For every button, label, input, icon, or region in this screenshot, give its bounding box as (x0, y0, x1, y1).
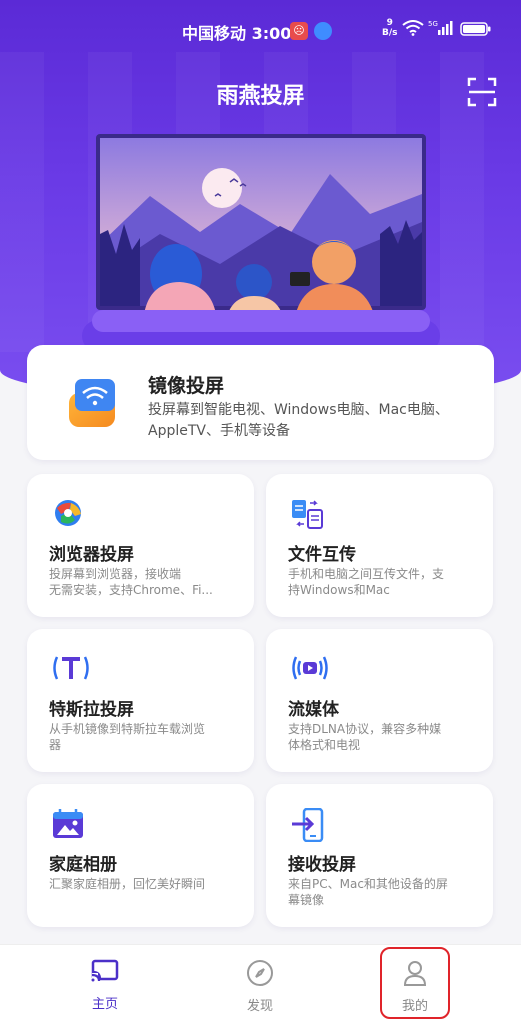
nav-mine[interactable]: 我的 (365, 959, 465, 1014)
message-app-icon (314, 22, 332, 40)
album-icon (53, 809, 83, 838)
battery-icon (460, 22, 491, 36)
receive-cast-description: 来自PC、Mac和其他设备的屏 幕镜像 (288, 877, 448, 907)
notification-app-icon: ☹ (290, 22, 308, 40)
file-transfer-card[interactable]: 文件互传 手机和电脑之间互传文件，支 持Windows和Mac (266, 474, 493, 617)
compass-icon (247, 960, 273, 986)
browser-cast-card[interactable]: 浏览器投屏 投屏幕到浏览器，接收端 无需安装，支持Chrome、Fi... (27, 474, 254, 617)
tesla-cast-description: 从手机镜像到特斯拉车载浏览 器 (49, 722, 206, 752)
family-album-card[interactable]: 家庭相册 汇聚家庭相册，回忆美好瞬间 (27, 784, 254, 927)
receive-icon (292, 808, 324, 842)
browser-cast-title: 浏览器投屏 (49, 545, 134, 565)
streaming-icon (292, 656, 328, 680)
nav-discover[interactable]: 发现 (210, 959, 310, 1014)
tesla-cast-title: 特斯拉投屏 (49, 700, 134, 720)
receive-cast-card[interactable]: 接收投屏 来自PC、Mac和其他设备的屏 幕镜像 (266, 784, 493, 927)
mirror-cast-description: 投屏幕到智能电视、Windows电脑、Mac电脑、AppleTV、手机等设备 (148, 402, 449, 439)
page-title: 雨燕投屏 (216, 84, 305, 109)
nav-discover-label: 发现 (246, 999, 273, 1014)
family-album-description: 汇聚家庭相册，回忆美好瞬间 (49, 877, 206, 891)
family-album-title: 家庭相册 (49, 855, 117, 875)
tv-illustration (82, 134, 440, 352)
tesla-icon (53, 656, 89, 680)
net-speed: 9 B/s (382, 18, 398, 38)
wifi-icon (402, 20, 424, 36)
file-transfer-title: 文件互传 (288, 545, 356, 565)
nav-mine-label: 我的 (401, 999, 428, 1014)
tesla-cast-card[interactable]: 特斯拉投屏 从手机镜像到特斯拉车载浏览 器 (27, 629, 254, 772)
bottom-nav: 主页 发现 我的 (0, 944, 521, 1024)
signal-icon: 5G (428, 20, 453, 35)
streaming-title: 流媒体 (288, 700, 339, 720)
mirror-cast-card[interactable]: 镜像投屏 投屏幕到智能电视、Windows电脑、Mac电脑、AppleTV、手机… (27, 345, 494, 460)
file-transfer-description: 手机和电脑之间互传文件，支 持Windows和Mac (288, 567, 445, 597)
nav-home[interactable]: 主页 (55, 959, 155, 1012)
status-carrier-time: 中国移动 3:00 (182, 24, 292, 43)
user-icon (403, 961, 427, 986)
mirror-cast-title: 镜像投屏 (148, 375, 225, 397)
mirror-cast-icon (69, 379, 115, 427)
svg-text:5G: 5G (428, 20, 438, 28)
streaming-card[interactable]: 流媒体 支持DLNA协议，兼容多种媒 体格式和电视 (266, 629, 493, 772)
scan-icon[interactable] (466, 76, 498, 108)
receive-cast-title: 接收投屏 (288, 855, 356, 875)
browser-cast-description: 投屏幕到浏览器，接收端 无需安装，支持Chrome、Fi... (49, 567, 213, 597)
file-transfer-icon (292, 500, 323, 529)
streaming-description: 支持DLNA协议，兼容多种媒 体格式和电视 (288, 722, 442, 752)
browser-icon (55, 500, 81, 526)
nav-home-label: 主页 (91, 997, 118, 1012)
status-bar: 中国移动 3:00 ☹ 9 B/s 5G (0, 0, 521, 52)
cast-icon (91, 959, 119, 982)
